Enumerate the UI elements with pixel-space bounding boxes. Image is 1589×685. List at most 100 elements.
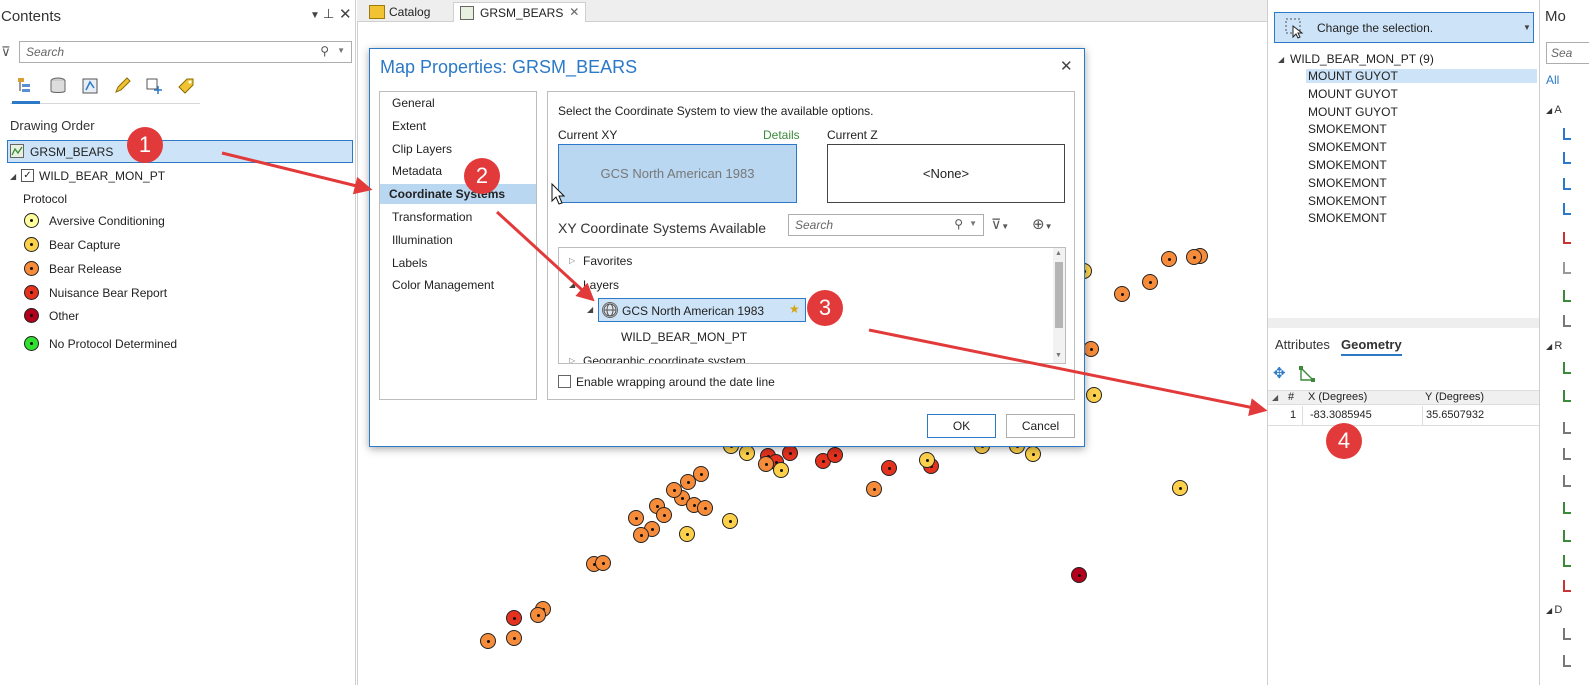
dialog-close-icon[interactable]: ✕ — [1060, 57, 1073, 75]
edit-tool-icon[interactable] — [1563, 555, 1571, 567]
row-x[interactable]: -83.3085945 — [1310, 409, 1372, 421]
scroll-up-icon[interactable]: ▲ — [1055, 250, 1062, 257]
bear-point-marker[interactable] — [656, 507, 672, 523]
bear-point-marker[interactable] — [919, 452, 935, 468]
edit-tool-icon[interactable] — [1563, 390, 1571, 402]
tree-selected-gcs[interactable]: GCS North American 1983 ★ — [598, 298, 806, 322]
list-by-editing-icon[interactable] — [108, 72, 136, 100]
bear-point-marker[interactable] — [628, 510, 644, 526]
dialog-nav-item[interactable]: Clip Layers — [392, 142, 452, 156]
bear-point-marker[interactable] — [739, 445, 755, 461]
legend-item[interactable]: Nuisance Bear Report — [24, 285, 344, 303]
bear-point-marker[interactable] — [506, 630, 522, 646]
edit-tool-icon[interactable] — [1563, 128, 1571, 140]
list-item[interactable]: MOUNT GUYOT — [1306, 69, 1537, 83]
modify-search-input[interactable]: Sea — [1546, 42, 1589, 64]
edit-tool-icon[interactable] — [1563, 315, 1571, 327]
bear-point-marker[interactable] — [680, 474, 696, 490]
tab-catalog[interactable]: Catalog — [363, 2, 436, 22]
edit-tool-icon[interactable] — [1563, 362, 1571, 374]
bear-point-marker[interactable] — [722, 513, 738, 529]
edit-tool-icon[interactable] — [1563, 580, 1571, 592]
dialog-nav-item[interactable]: Color Management — [392, 278, 494, 292]
bear-point-marker[interactable] — [1071, 567, 1087, 583]
current-xy-box[interactable]: GCS North American 1983 — [558, 144, 797, 203]
select-all-icon[interactable]: ◢ — [1272, 393, 1278, 402]
dialog-nav-item[interactable]: Coordinate Systems — [380, 184, 536, 205]
dialog-nav-item[interactable]: Illumination — [392, 233, 453, 247]
table-row[interactable]: 1 -83.3085945 35.6507932 — [1268, 406, 1539, 426]
filter-icon[interactable]: ⊽ — [1, 44, 11, 60]
edit-tool-icon[interactable] — [1563, 203, 1571, 215]
list-item[interactable]: SMOKEMONT — [1308, 122, 1387, 136]
bear-point-marker[interactable] — [1186, 249, 1202, 265]
bear-point-marker[interactable] — [1086, 387, 1102, 403]
current-z-box[interactable]: <None> — [827, 144, 1065, 203]
list-by-drawing-order-icon[interactable] — [12, 72, 40, 100]
cs-search-input[interactable]: Search ⚲ ▼ — [788, 214, 984, 236]
bear-point-marker[interactable] — [1172, 480, 1188, 496]
list-by-source-icon[interactable] — [44, 72, 72, 100]
bear-point-marker[interactable] — [679, 526, 695, 542]
bear-point-marker[interactable] — [881, 460, 897, 476]
dialog-nav-item[interactable]: Metadata — [392, 164, 442, 178]
list-item[interactable]: MOUNT GUYOT — [1308, 87, 1398, 101]
edit-tool-icon[interactable] — [1563, 475, 1571, 487]
tab-all[interactable]: All — [1546, 73, 1559, 87]
bear-point-marker[interactable] — [1083, 341, 1099, 357]
edit-tool-icon[interactable] — [1563, 448, 1571, 460]
map-layer-row[interactable]: GRSM_BEARS — [7, 140, 353, 163]
wrap-dateline-checkbox[interactable] — [558, 375, 571, 388]
close-icon[interactable]: ✕ — [339, 5, 352, 23]
pane-splitter[interactable] — [1268, 318, 1539, 328]
expand-triangle-icon[interactable]: ◢ — [1278, 55, 1284, 64]
tree-favorites[interactable]: Favorites — [583, 254, 632, 268]
change-selection-dropdown[interactable]: Change the selection. ▼ — [1274, 12, 1534, 43]
add-coordinate-system-icon[interactable]: ⊕▼ — [1032, 215, 1053, 233]
details-link[interactable]: Details — [763, 128, 800, 142]
tree-child-layer[interactable]: WILD_BEAR_MON_PT — [621, 330, 747, 344]
feature-layer-label[interactable]: WILD_BEAR_MON_PT — [39, 169, 165, 183]
list-item[interactable]: SMOKEMONT — [1308, 194, 1387, 208]
edit-tool-icon[interactable] — [1563, 628, 1571, 640]
bear-point-marker[interactable] — [773, 462, 789, 478]
bear-point-marker[interactable] — [1025, 446, 1041, 462]
list-item[interactable]: MOUNT GUYOT — [1308, 105, 1398, 119]
contents-search-input[interactable]: Search ⚲ ▼ — [19, 41, 352, 63]
list-by-snapping-icon[interactable] — [140, 72, 168, 100]
row-y[interactable]: 35.6507932 — [1426, 409, 1484, 421]
bear-point-marker[interactable] — [633, 527, 649, 543]
bear-point-marker[interactable] — [666, 482, 682, 498]
tab-map[interactable]: GRSM_BEARS ✕ — [453, 2, 587, 22]
legend-item[interactable]: No Protocol Determined — [24, 336, 344, 354]
bear-point-marker[interactable] — [782, 445, 798, 461]
bear-point-marker[interactable] — [530, 607, 546, 623]
list-item[interactable]: SMOKEMONT — [1308, 140, 1387, 154]
list-item[interactable]: SMOKEMONT — [1308, 158, 1387, 172]
list-item[interactable]: SMOKEMONT — [1308, 211, 1387, 225]
bear-point-marker[interactable] — [506, 610, 522, 626]
dialog-nav-item[interactable]: Transformation — [392, 210, 472, 224]
list-by-labeling-icon[interactable] — [172, 72, 200, 100]
list-by-selection-icon[interactable] — [76, 72, 104, 100]
tree-geographic[interactable]: Geographic coordinate system — [583, 354, 746, 363]
edit-tool-icon[interactable] — [1563, 502, 1571, 514]
edit-tool-icon[interactable] — [1563, 178, 1571, 190]
collapsed-triangle-icon[interactable]: ▷ — [569, 356, 575, 363]
move-vertices-icon[interactable]: ✥ — [1273, 364, 1286, 382]
scroll-down-icon[interactable]: ▼ — [1055, 352, 1062, 359]
bear-point-marker[interactable] — [480, 633, 496, 649]
tab-close-icon[interactable]: ✕ — [569, 5, 579, 19]
layer-visibility-checkbox[interactable]: ✓ — [21, 169, 34, 182]
ok-button[interactable]: OK — [927, 414, 996, 438]
list-item[interactable]: SMOKEMONT — [1308, 176, 1387, 190]
edit-tool-icon[interactable] — [1563, 290, 1571, 302]
expand-triangle-icon[interactable]: ◢ — [587, 305, 593, 314]
filter-icon[interactable]: ⊽▼ — [991, 216, 1009, 233]
edit-vertices-icon[interactable] — [1298, 365, 1316, 386]
selected-layer-label[interactable]: WILD_BEAR_MON_PT (9) — [1290, 52, 1434, 66]
dialog-nav-item[interactable]: General — [392, 96, 435, 110]
edit-tool-icon[interactable] — [1563, 422, 1571, 434]
expand-triangle-icon[interactable]: ◢ — [10, 172, 16, 181]
group-d[interactable]: ◢ D — [1546, 604, 1562, 616]
